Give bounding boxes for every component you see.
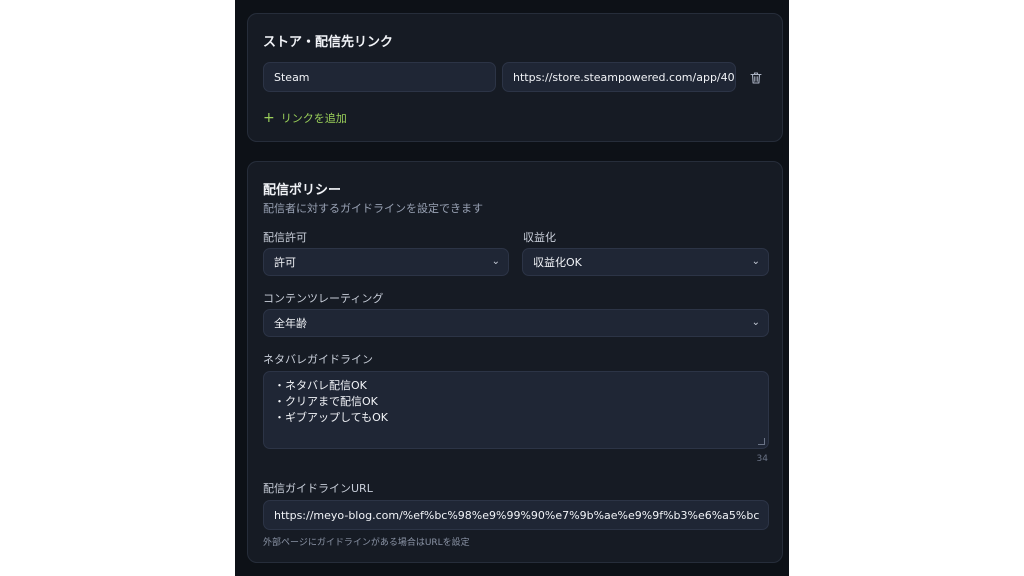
permission-label: 配信許可: [263, 231, 307, 244]
store-links-title: ストア・配信先リンク: [263, 35, 394, 50]
guideline-url-hint: 外部ページにガイドラインがある場合はURLを設定: [263, 538, 470, 548]
monetization-select[interactable]: 収益化OK ⌄: [522, 248, 769, 276]
trash-icon[interactable]: [749, 71, 763, 85]
add-link-label: リンクを追加: [280, 112, 347, 125]
plus-icon: +: [263, 109, 275, 126]
guideline-url-input[interactable]: https://meyo-blog.com/%ef%bc%98%e9%99%90…: [263, 500, 769, 530]
spoiler-line: ・ギブアップしてもOK: [274, 411, 388, 424]
spoiler-label: ネタバレガイドライン: [263, 353, 373, 366]
chevron-down-icon: ⌄: [751, 316, 760, 328]
link-url-input[interactable]: https://store.steampowered.com/app/40: [502, 62, 736, 92]
store-links-card: ストア・配信先リンク Steam https://store.steampowe…: [247, 13, 783, 142]
app-panel: ストア・配信先リンク Steam https://store.steampowe…: [235, 0, 789, 576]
policy-subtitle: 配信者に対するガイドラインを設定できます: [263, 202, 483, 215]
rating-value: 全年齢: [274, 317, 307, 330]
resize-handle[interactable]: [758, 438, 765, 445]
guideline-url-label: 配信ガイドラインURL: [263, 482, 373, 495]
monetization-value: 収益化OK: [533, 256, 582, 269]
spoiler-textarea[interactable]: ・ネタバレ配信OK ・クリアまで配信OK ・ギブアップしてもOK: [263, 371, 769, 449]
chevron-down-icon: ⌄: [751, 255, 760, 267]
permission-value: 許可: [274, 256, 296, 269]
policy-title: 配信ポリシー: [263, 183, 342, 198]
add-link-button[interactable]: + リンクを追加: [263, 110, 347, 126]
rating-label: コンテンツレーティング: [263, 292, 384, 305]
rating-select[interactable]: 全年齢 ⌄: [263, 309, 769, 337]
spoiler-line: ・クリアまで配信OK: [274, 395, 378, 408]
permission-select[interactable]: 許可 ⌄: [263, 248, 509, 276]
monetization-label: 収益化: [523, 231, 556, 244]
policy-card: 配信ポリシー 配信者に対するガイドラインを設定できます 配信許可 許可 ⌄ 収益…: [247, 161, 783, 563]
spoiler-line: ・ネタバレ配信OK: [274, 379, 367, 392]
chevron-down-icon: ⌄: [491, 255, 500, 267]
link-name-input[interactable]: Steam: [263, 62, 496, 92]
char-counter: 34: [756, 454, 768, 464]
